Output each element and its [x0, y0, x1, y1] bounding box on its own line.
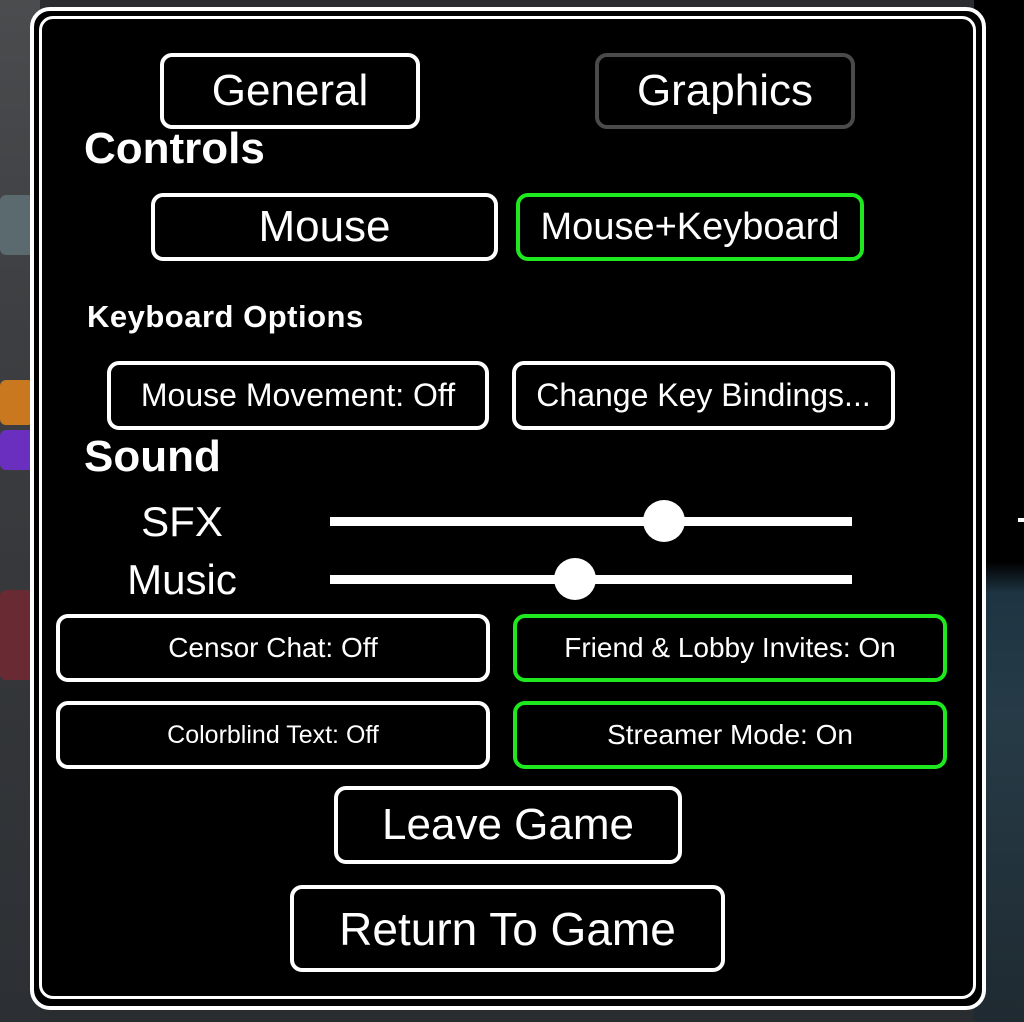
- colorblind-text-label: Colorblind Text: Off: [167, 720, 379, 749]
- crewmate-figure: [0, 590, 34, 680]
- sfx-slider-knob[interactable]: [643, 500, 686, 542]
- return-to-game-button[interactable]: Return To Game: [290, 885, 725, 972]
- tab-graphics[interactable]: Graphics: [595, 53, 855, 129]
- leave-game-label: Leave Game: [382, 800, 634, 849]
- leave-game-button[interactable]: Leave Game: [334, 786, 682, 864]
- control-mouse-button[interactable]: Mouse: [151, 193, 498, 261]
- sfx-slider-track[interactable]: [330, 500, 852, 542]
- sfx-label: SFX: [141, 498, 223, 545]
- censor-chat-label: Censor Chat: Off: [168, 632, 378, 663]
- control-mouse-keyboard-button[interactable]: Mouse+Keyboard: [516, 193, 864, 261]
- mouse-movement-toggle[interactable]: Mouse Movement: Off: [107, 361, 489, 430]
- change-key-bindings-button[interactable]: Change Key Bindings...: [512, 361, 895, 430]
- tab-graphics-label: Graphics: [636, 66, 814, 115]
- tab-general-label: General: [211, 66, 369, 115]
- friend-lobby-invites-label: Friend & Lobby Invites: On: [564, 632, 896, 663]
- streamer-mode-toggle[interactable]: Streamer Mode: On: [513, 701, 947, 769]
- tab-general[interactable]: General: [160, 53, 420, 129]
- streamer-mode-label: Streamer Mode: On: [607, 719, 853, 750]
- control-mouse-keyboard-label: Mouse+Keyboard: [540, 205, 840, 248]
- colorblind-text-toggle[interactable]: Colorblind Text: Off: [56, 701, 490, 769]
- sound-heading: Sound: [84, 432, 221, 481]
- crewmate-figure: [0, 380, 34, 425]
- control-mouse-label: Mouse: [258, 202, 391, 251]
- music-label: Music: [127, 556, 237, 603]
- crewmate-figure: [0, 195, 34, 255]
- censor-chat-toggle[interactable]: Censor Chat: Off: [56, 614, 490, 682]
- keyboard-options-heading: Keyboard Options: [87, 299, 364, 334]
- mouse-movement-label: Mouse Movement: Off: [140, 377, 456, 413]
- change-key-bindings-label: Change Key Bindings...: [536, 377, 871, 413]
- return-to-game-label: Return To Game: [339, 902, 676, 955]
- crewmate-figure: [0, 430, 34, 470]
- background-detail: [1018, 518, 1024, 522]
- controls-heading: Controls: [84, 124, 265, 173]
- friend-lobby-invites-toggle[interactable]: Friend & Lobby Invites: On: [513, 614, 947, 682]
- music-slider-track[interactable]: [330, 558, 852, 600]
